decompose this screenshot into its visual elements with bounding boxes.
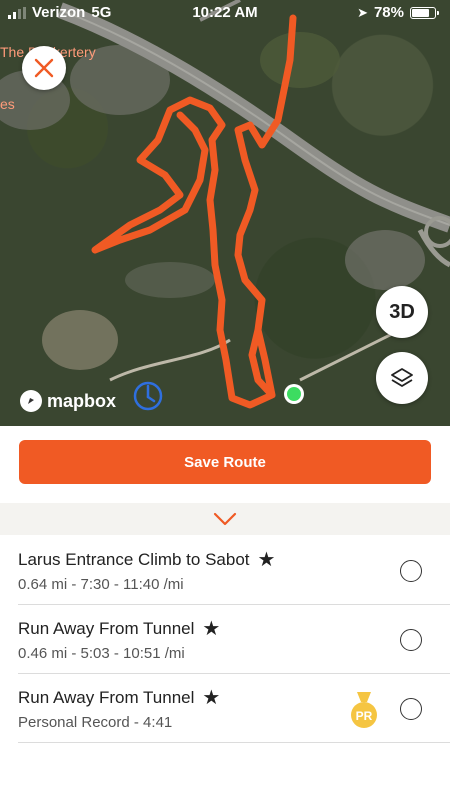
mapbox-attribution[interactable]: mapbox xyxy=(20,390,116,412)
status-bar: Verizon 5G 10:22 AM ➤ 78% xyxy=(0,0,450,24)
close-button[interactable] xyxy=(22,46,66,90)
list-item[interactable]: Run Away From Tunnel ★ 0.46 mi - 5:03 - … xyxy=(18,605,450,674)
mapbox-logo-icon xyxy=(20,390,42,412)
segment-title: Run Away From Tunnel xyxy=(18,688,195,707)
segment-title: Run Away From Tunnel xyxy=(18,619,195,638)
segment-list: Larus Entrance Climb to Sabot ★ 0.64 mi … xyxy=(0,536,450,743)
list-item[interactable]: Larus Entrance Climb to Sabot ★ 0.64 mi … xyxy=(18,536,450,605)
map-place-label: es xyxy=(0,96,15,112)
map-layers-button[interactable] xyxy=(376,352,428,404)
layers-icon xyxy=(391,368,413,387)
close-icon xyxy=(34,58,54,78)
star-icon[interactable]: ★ xyxy=(202,619,220,639)
star-icon[interactable]: ★ xyxy=(258,550,276,570)
route-map[interactable]: The Bookertery es Verizon 5G 10:22 AM ➤ … xyxy=(0,0,450,426)
segment-stats: Personal Record - 4:41 xyxy=(18,714,173,731)
pr-medal-icon: PR xyxy=(351,692,377,728)
mapbox-label: mapbox xyxy=(47,390,117,411)
list-item[interactable]: Run Away From Tunnel ★ Personal Record -… xyxy=(18,674,450,743)
location-arrow-icon: ➤ xyxy=(357,4,368,20)
3d-label: 3D xyxy=(389,300,415,323)
segment-select-radio[interactable] xyxy=(400,629,422,651)
save-route-button[interactable]: Save Route xyxy=(19,440,431,484)
battery-icon xyxy=(410,6,439,19)
location-dot-icon xyxy=(284,384,304,404)
3d-view-button[interactable]: 3D xyxy=(376,286,428,338)
chevron-down-icon xyxy=(213,512,237,526)
pr-badge-label: PR xyxy=(356,709,373,723)
segment-stats: 0.64 mi - 7:30 - 11:40 /mi xyxy=(18,576,184,593)
segment-select-radio[interactable] xyxy=(400,698,422,720)
collapse-panel-toggle[interactable] xyxy=(0,503,450,535)
segment-select-radio[interactable] xyxy=(400,560,422,582)
battery-percent: 78% xyxy=(373,4,404,21)
star-icon[interactable]: ★ xyxy=(202,688,220,708)
segment-stats: 0.46 mi - 5:03 - 10:51 /mi xyxy=(18,645,185,662)
segment-title: Larus Entrance Climb to Sabot xyxy=(18,550,250,569)
compass-icon[interactable] xyxy=(132,380,164,412)
